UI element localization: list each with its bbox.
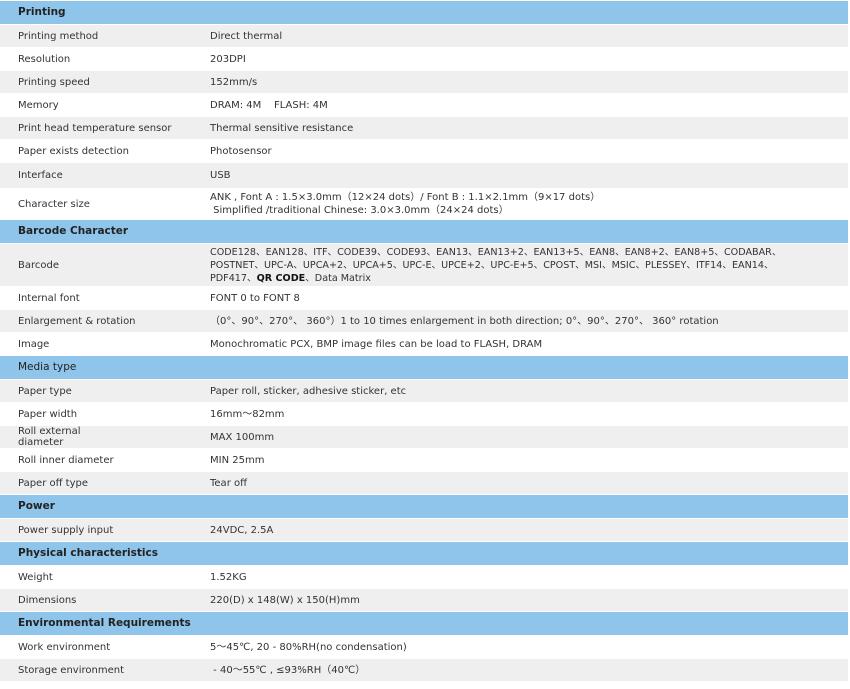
spec-key: Storage environment	[0, 658, 192, 681]
spec-key: Paper width	[0, 402, 192, 426]
spec-row: Print head temperature sensor Thermal se…	[0, 116, 848, 140]
section-header: Power	[0, 494, 848, 519]
spec-value-part: 、Data Matrix	[305, 272, 371, 284]
spec-row: Storage environment - 40～55℃ , ≤93%RH（40…	[0, 658, 848, 681]
section-title: Barcode Character	[0, 219, 192, 244]
spec-key: Image	[0, 332, 192, 356]
spec-value: Direct thermal	[192, 24, 848, 48]
spec-value: FONT 0 to FONT 8	[192, 286, 848, 310]
spec-key: Internal font	[0, 286, 192, 310]
spec-value: 152mm/s	[192, 70, 848, 94]
spec-key: Printing method	[0, 24, 192, 48]
spec-key: Dimensions	[0, 588, 192, 612]
section-title: Power	[0, 494, 192, 519]
spec-key: Paper off type	[0, 471, 192, 495]
spec-row: Memory DRAM: 4M FLASH: 4M	[0, 93, 848, 117]
spec-value: 203DPI	[192, 47, 848, 71]
spec-row: Interface USB	[0, 162, 848, 189]
spec-value: MIN 25mm	[192, 448, 848, 472]
spec-value-line: ANK , Font A : 1.5×3.0mm（12×24 dots）/ Fo…	[210, 192, 601, 203]
spec-row: Image Monochromatic PCX, BMP image files…	[0, 332, 848, 356]
spec-value-line: PDF417、QR CODE、Data Matrix	[210, 272, 848, 285]
spec-key: Enlargement & rotation	[0, 309, 192, 333]
spec-key: Print head temperature sensor	[0, 116, 192, 140]
spec-row: Power supply input 24VDC, 2.5A	[0, 518, 848, 542]
spec-value: Paper roll, sticker, adhesive sticker, e…	[192, 379, 848, 403]
spec-row: Printing method Direct thermal	[0, 24, 848, 48]
spec-key: Power supply input	[0, 518, 192, 542]
spec-row: Internal font FONT 0 to FONT 8	[0, 286, 848, 310]
spec-value: （0°、90°、270°、 360°）1 to 10 times enlarge…	[192, 309, 848, 333]
spec-value: 24VDC, 2.5A	[192, 518, 848, 542]
spec-key: Interface	[0, 162, 192, 189]
spec-row: Resolution 203DPI	[0, 47, 848, 71]
section-title: Printing	[0, 0, 192, 25]
spec-key: Printing speed	[0, 70, 192, 94]
spec-value-line: Simplified /traditional Chinese: 3.0×3.0…	[210, 205, 509, 216]
spec-row: Paper type Paper roll, sticker, adhesive…	[0, 379, 848, 403]
spec-row: Barcode CODE128、EAN128、ITF、CODE39、CODE93…	[0, 243, 848, 287]
spec-key: Weight	[0, 565, 192, 589]
spec-value: 1.52KG	[192, 565, 848, 589]
qr-code-highlight: QR CODE	[256, 272, 306, 284]
spec-value: Monochromatic PCX, BMP image files can b…	[192, 332, 848, 356]
spec-value: CODE128、EAN128、ITF、CODE39、CODE93、EAN13、E…	[192, 243, 848, 287]
spec-row: Roll external diameter MAX 100mm	[0, 425, 848, 449]
spec-value: 220(D) x 148(W) x 150(H)mm	[192, 588, 848, 612]
spec-value: 16mm～82mm	[192, 402, 848, 426]
spec-key: Roll inner diameter	[0, 448, 192, 472]
spec-key: Paper type	[0, 379, 192, 403]
spec-value: 5～45℃, 20 - 80%RH(no condensation)	[192, 635, 848, 659]
section-header: Printing	[0, 0, 848, 25]
spec-key: Memory	[0, 93, 192, 117]
spec-key: Work environment	[0, 635, 192, 659]
spec-value: Thermal sensitive resistance	[192, 116, 848, 140]
spec-value: Tear off	[192, 471, 848, 495]
spec-row: Dimensions 220(D) x 148(W) x 150(H)mm	[0, 588, 848, 612]
spec-row: Paper width 16mm～82mm	[0, 402, 848, 426]
spec-key: Resolution	[0, 47, 192, 71]
section-title: Physical characteristics	[0, 541, 192, 566]
spec-value-line: CODE128、EAN128、ITF、CODE39、CODE93、EAN13、E…	[210, 246, 782, 258]
section-header: Barcode Character	[0, 219, 848, 244]
spec-key: Roll external diameter	[0, 425, 192, 449]
section-header: Environmental Requirements	[0, 611, 848, 636]
spec-row: Printing speed 152mm/s	[0, 70, 848, 94]
section-header: Media type	[0, 355, 848, 380]
spec-row: Paper off type Tear off	[0, 471, 848, 495]
spec-key: Character size	[0, 188, 192, 220]
spec-row: Paper exists detection Photosensor	[0, 139, 848, 163]
section-header: Physical characteristics	[0, 541, 848, 566]
spec-value: DRAM: 4M FLASH: 4M	[192, 93, 848, 117]
spec-key: Paper exists detection	[0, 139, 192, 163]
spec-value-line: POSTNET、UPC-A、UPCA+2、UPCA+5、UPC-E、UPCE+2…	[210, 259, 774, 271]
spec-value-part: PDF417、	[210, 272, 257, 284]
spec-row: Enlargement & rotation （0°、90°、270°、 360…	[0, 309, 848, 333]
spec-row: Weight 1.52KG	[0, 565, 848, 589]
spec-key: Barcode	[0, 243, 192, 287]
spec-table: Printing Printing method Direct thermal …	[0, 0, 848, 681]
spec-value: - 40～55℃ , ≤93%RH（40℃）	[192, 658, 848, 681]
spec-value: ANK , Font A : 1.5×3.0mm（12×24 dots）/ Fo…	[192, 188, 848, 220]
spec-row: Roll inner diameter MIN 25mm	[0, 448, 848, 472]
section-title: Media type	[0, 355, 192, 380]
spec-row: Work environment 5～45℃, 20 - 80%RH(no co…	[0, 635, 848, 659]
section-title: Environmental Requirements	[0, 611, 192, 636]
spec-value: Photosensor	[192, 139, 848, 163]
spec-row: Character size ANK , Font A : 1.5×3.0mm（…	[0, 188, 848, 220]
spec-value: USB	[192, 162, 848, 189]
spec-value: MAX 100mm	[192, 425, 848, 449]
